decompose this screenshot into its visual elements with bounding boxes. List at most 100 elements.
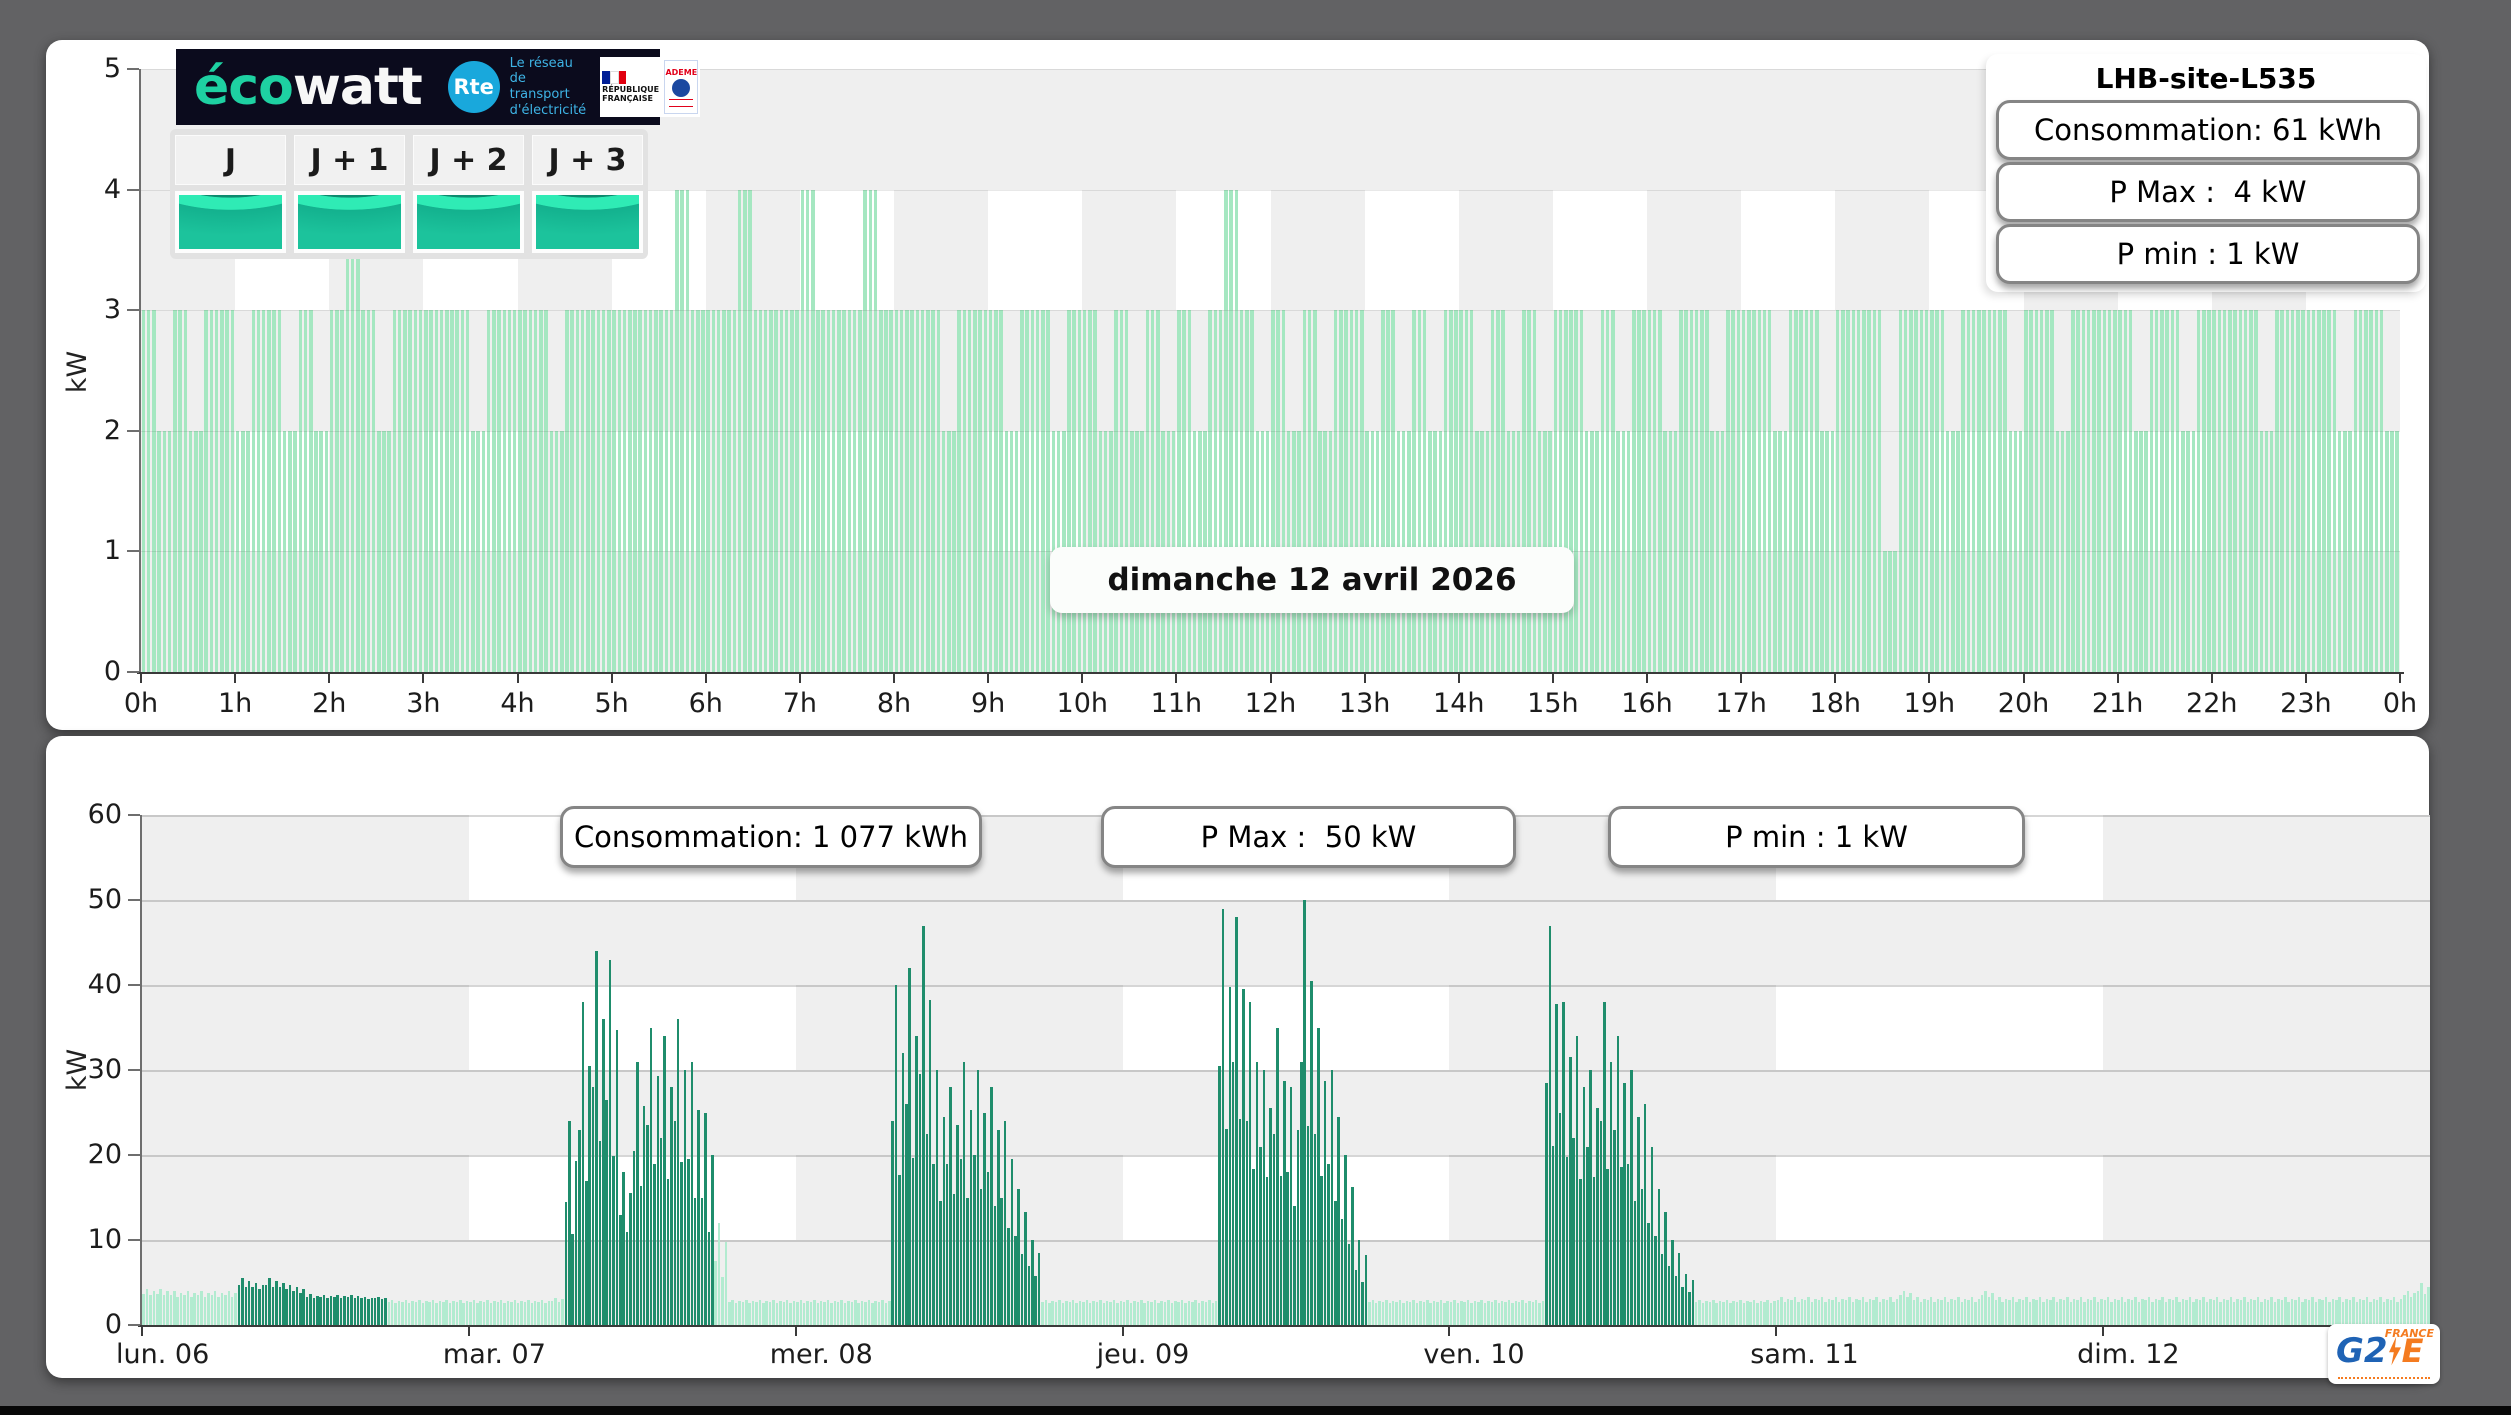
bar [1633,1200,1637,1325]
bar [1929,1297,1933,1325]
bar [336,1295,339,1325]
bar [1265,1177,1269,1325]
bar [258,1288,261,1325]
x-tick-label: 12h [1244,688,1297,719]
bar [899,310,904,672]
bar [1020,1254,1024,1325]
bar [1122,1301,1126,1325]
day-button-j3[interactable]: J + 3 [532,135,643,185]
bar [1119,310,1124,672]
bar [1652,310,1657,672]
bar [557,1302,561,1325]
day-button-j2[interactable]: J + 2 [413,135,524,185]
bar [1354,310,1359,672]
bar [431,1299,435,1325]
bar [728,1301,731,1325]
bar [1643,1104,1647,1325]
bar [2413,1293,2416,1325]
bar [821,310,825,672]
bar [1767,310,1772,672]
bar [418,1299,421,1325]
bar [2045,310,2049,672]
bar [1992,310,1997,672]
bar [1766,1299,1769,1325]
bar [486,1299,489,1325]
x-tick-label: 20h [1997,688,2050,719]
day-button-j1[interactable]: J + 1 [294,135,405,185]
ecowatt-gauge-j2[interactable] [413,191,524,253]
bar [1623,1082,1626,1325]
ecowatt-gauge-j[interactable] [175,191,286,253]
bar [722,310,726,672]
x-tick-label: 3h [406,688,441,719]
bar [857,1302,860,1325]
bar [918,1074,922,1325]
bar [2076,1300,2079,1325]
bar [1705,1300,1708,1325]
checker-cell [1449,985,1777,1070]
bar [1657,1189,1661,1325]
bar [1991,1293,1994,1325]
bar [1966,310,1971,672]
stat-pmax-week: P Max : 50 kW [1101,806,1516,868]
bar [2254,310,2258,672]
bar [1197,1302,1201,1325]
bar [2406,1291,2410,1325]
bar [1684,1274,1688,1325]
bar [638,310,642,672]
checker-cell [1835,189,1930,311]
bar [2181,1298,2185,1325]
bar [649,1027,653,1325]
bar [666,1178,670,1325]
checker-cell [705,189,800,311]
bar [2113,310,2117,672]
bar [622,1172,625,1325]
bar [1677,1252,1681,1325]
bar [404,1299,408,1325]
bar [2294,1300,2297,1325]
bar [1977,310,1981,672]
bar [1699,310,1704,672]
bottom-strip [0,1406,2511,1415]
bar [2427,1286,2430,1325]
bar [607,310,611,672]
bar [1799,310,1803,672]
bar [2389,1300,2393,1325]
day-button-j[interactable]: J [175,135,286,185]
bar [2034,310,2039,672]
bar [1114,310,1118,672]
bar [1837,1301,1841,1325]
bar [796,1301,799,1325]
bar [261,1284,265,1325]
bar [1405,1300,1409,1325]
bar [1102,1302,1106,1325]
bar [1242,989,1245,1325]
bar [1658,310,1662,672]
bar [1307,310,1312,672]
bar [612,310,616,672]
bar [2175,310,2180,672]
bar [230,310,235,672]
checker-cell [142,1155,469,1240]
bar [1320,1176,1323,1325]
bar [450,310,454,672]
bar [533,310,538,672]
ecowatt-banner: écowatt Rte Le réseau de transport d'éle… [176,49,701,125]
bar [864,1301,867,1325]
bar [1092,1300,1095,1325]
bar [779,1300,782,1325]
bar [1177,310,1181,672]
bar [994,310,998,672]
ecowatt-gauge-j3[interactable] [532,191,643,253]
bar [1454,310,1458,672]
bar [1000,1197,1003,1325]
bar [1620,1166,1623,1325]
bar [1088,310,1092,672]
bar [1868,1298,1872,1325]
bar [1831,1300,1834,1325]
x-tick [1928,674,1931,683]
ecowatt-gauge-j1[interactable] [294,191,405,253]
bar [1031,1240,1034,1325]
bar [1642,310,1646,672]
bar [1250,310,1254,672]
